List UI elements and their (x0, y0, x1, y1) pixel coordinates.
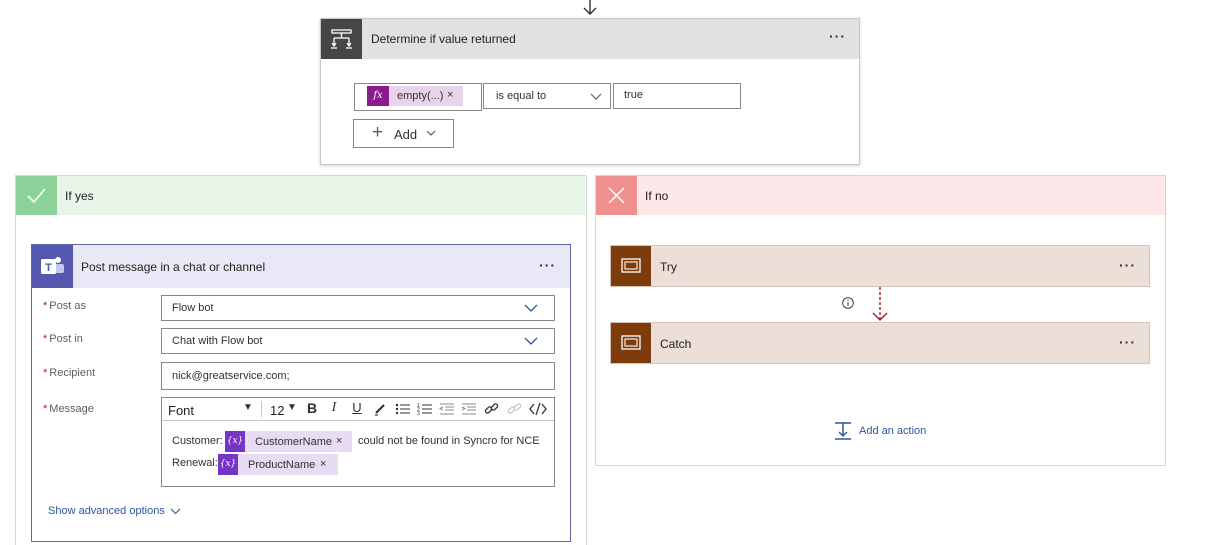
caret-down-icon[interactable]: ▼ (240, 402, 256, 413)
chevron-down-icon (426, 130, 436, 136)
chevron-down-icon (524, 337, 538, 345)
post-in-value: Chat with Flow bot (172, 335, 263, 347)
down-arrow-icon (583, 0, 597, 15)
recipient-input[interactable]: nick@greatservice.com; (161, 362, 555, 390)
condition-value: true (624, 89, 643, 101)
condition-card: Determine if value returned ··· fx empty… (320, 18, 860, 165)
more-options-icon[interactable]: ··· (1119, 334, 1136, 350)
try-title: Try (660, 260, 677, 274)
customer-name-token[interactable]: {x} CustomerName × (225, 431, 352, 452)
message-line1-prefix: Customer: (172, 435, 223, 447)
increase-indent-icon[interactable] (461, 402, 477, 416)
add-condition-button[interactable]: + Add (353, 119, 454, 148)
check-icon (16, 176, 57, 215)
underline-icon[interactable]: U (349, 400, 365, 415)
expression-token[interactable]: fx empty(...) × (367, 86, 463, 106)
catch-scope-card[interactable]: Catch ··· (610, 322, 1150, 364)
customer-name-token-label: CustomerName (255, 436, 333, 448)
svg-text:T: T (45, 262, 52, 274)
condition-value-field[interactable]: true (613, 83, 741, 109)
if-no-title: If no (645, 189, 669, 203)
info-icon[interactable] (842, 297, 854, 309)
variable-icon: {x} (218, 454, 238, 475)
if-no-header[interactable]: If no (596, 176, 1165, 215)
more-options-icon[interactable]: ··· (829, 28, 846, 44)
font-dropdown[interactable]: Font (168, 403, 194, 418)
highlight-pen-icon[interactable] (373, 402, 387, 416)
post-in-label: * Post in (43, 333, 83, 345)
more-options-icon[interactable]: ··· (539, 257, 556, 273)
close-icon (596, 176, 637, 215)
operator-dropdown[interactable]: is equal to (483, 83, 611, 109)
toolbar-separator (261, 401, 262, 417)
fx-icon: fx (367, 86, 389, 106)
product-name-token-label: ProductName (248, 459, 316, 471)
numbered-list-icon[interactable]: 123 (417, 402, 433, 416)
unlink-icon[interactable] (507, 402, 522, 416)
variable-icon: {x} (225, 431, 245, 452)
condition-title: Determine if value returned (371, 32, 516, 46)
post-as-dropdown[interactable]: Flow bot (161, 295, 555, 321)
post-as-label: * Post as (43, 300, 86, 312)
chevron-down-icon (590, 93, 602, 100)
italic-icon[interactable]: I (326, 400, 342, 416)
add-action-icon[interactable] (834, 421, 852, 441)
post-as-value: Flow bot (172, 302, 214, 314)
plus-icon: + (372, 122, 384, 143)
decrease-indent-icon[interactable] (439, 402, 455, 416)
message-label: * Message (43, 403, 94, 415)
if-yes-title: If yes (65, 189, 94, 203)
message-editor[interactable]: Font ▼ 12 ▼ B I U 123 Customer: {x} Cust… (161, 397, 555, 487)
recipient-value: nick@greatservice.com; (172, 370, 290, 382)
chevron-down-icon[interactable] (170, 508, 181, 515)
recipient-label: * Recipient (43, 367, 96, 379)
bulleted-list-icon[interactable] (395, 402, 411, 416)
if-yes-header[interactable]: If yes (16, 176, 586, 215)
expression-token-label: empty(...) (397, 90, 444, 102)
operator-value: is equal to (496, 90, 547, 102)
font-size-dropdown[interactable]: 12 (270, 403, 284, 418)
chevron-down-icon (524, 304, 538, 312)
more-options-icon[interactable]: ··· (1119, 257, 1136, 273)
editor-toolbar: Font ▼ 12 ▼ B I U 123 (162, 398, 554, 421)
link-icon[interactable] (484, 402, 499, 416)
scope-icon (611, 323, 651, 363)
add-an-action-link[interactable]: Add an action (859, 425, 926, 437)
caret-down-icon[interactable]: ▼ (284, 402, 300, 413)
svg-text:3: 3 (417, 411, 420, 416)
code-view-icon[interactable] (529, 402, 547, 416)
remove-token-icon[interactable]: × (320, 458, 326, 470)
condition-icon (321, 19, 362, 59)
condition-header[interactable]: Determine if value returned ··· (321, 19, 859, 59)
message-line2-prefix: Renewal: (172, 457, 218, 469)
post-in-dropdown[interactable]: Chat with Flow bot (161, 328, 555, 354)
message-line1-suffix: could not be found in Syncro for NCE (358, 435, 540, 447)
try-scope-card[interactable]: Try ··· (610, 245, 1150, 287)
post-message-title: Post message in a chat or channel (81, 260, 266, 274)
catch-title: Catch (660, 337, 692, 351)
product-name-token[interactable]: {x} ProductName × (218, 454, 338, 475)
remove-token-icon[interactable]: × (447, 89, 453, 101)
post-message-header[interactable]: T Post message in a chat or channel ··· (32, 245, 570, 288)
post-message-card: T Post message in a chat or channel ··· … (31, 244, 571, 542)
run-after-arrow-icon (872, 287, 888, 322)
add-label: Add (394, 127, 418, 142)
bold-icon[interactable]: B (304, 400, 320, 416)
condition-expression-field[interactable]: fx empty(...) × (354, 83, 482, 111)
show-advanced-options-link[interactable]: Show advanced options (48, 505, 165, 517)
remove-token-icon[interactable]: × (336, 435, 342, 447)
teams-icon: T (32, 245, 73, 288)
scope-icon (611, 246, 651, 286)
